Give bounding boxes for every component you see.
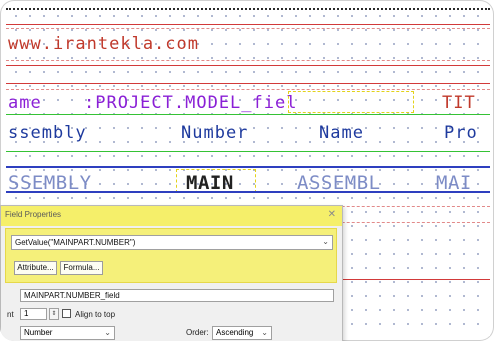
- row-spinner-input[interactable]: 1: [20, 308, 47, 320]
- attribute-button[interactable]: Attribute...: [14, 261, 57, 275]
- red-dashed-line: [6, 89, 490, 90]
- spinner-arrows-icon[interactable]: ⇕: [49, 308, 59, 320]
- expression-value: GetValue("MAINPART.NUMBER"): [15, 238, 136, 247]
- name-header: Name: [319, 123, 364, 143]
- blue-grid-line: [6, 191, 490, 193]
- blue-grid-line: [6, 166, 490, 168]
- close-icon[interactable]: ✕: [328, 209, 336, 220]
- field-name-input[interactable]: MAINPART.NUMBER_field: [20, 289, 334, 302]
- name-label-text: ame: [8, 93, 42, 113]
- row-label: nt: [7, 310, 14, 319]
- screenshot-frame: www.irantekla.com ame :PROJECT.MODEL_fie…: [0, 0, 494, 341]
- chevron-down-icon: ⌄: [322, 237, 329, 246]
- expression-combobox[interactable]: GetValue("MAINPART.NUMBER") ⌄: [11, 235, 333, 250]
- project-model-field-text[interactable]: :PROJECT.MODEL_fiel: [84, 93, 297, 113]
- dialog-title: Field Properties: [5, 210, 62, 219]
- type-select-value: Number: [24, 328, 53, 337]
- dotted-border-top: [6, 8, 490, 10]
- title-label-text: TIT: [442, 93, 476, 113]
- align-to-top-label: Align to top: [75, 310, 116, 319]
- type-select[interactable]: Number ⌄: [20, 326, 115, 340]
- field-properties-dialog: Field Properties ✕ GetValue("MAINPART.NU…: [0, 205, 343, 341]
- assembly-header: ssembly: [8, 123, 87, 143]
- align-to-top-checkbox[interactable]: [62, 309, 71, 318]
- red-dashed-line: [6, 28, 490, 29]
- green-grid-line: [6, 114, 490, 115]
- watermark-text: www.irantekla.com: [8, 34, 199, 54]
- field-selection-box[interactable]: [288, 91, 414, 113]
- green-grid-line: [6, 151, 490, 152]
- formula-button[interactable]: Formula...: [60, 261, 103, 275]
- chevron-down-icon: ⌄: [261, 328, 268, 337]
- red-grid-line: [6, 24, 490, 25]
- order-select-value: Ascending: [216, 328, 254, 337]
- project-header: Pro: [444, 123, 478, 143]
- chevron-down-icon: ⌄: [104, 328, 111, 337]
- order-label: Order:: [186, 328, 209, 337]
- red-grid-line: [6, 83, 490, 84]
- order-select[interactable]: Ascending ⌄: [212, 326, 272, 340]
- dialog-titlebar[interactable]: Field Properties ✕: [1, 206, 342, 226]
- number-header: Number: [181, 123, 249, 143]
- red-dashed-line: [6, 60, 490, 61]
- red-grid-line: [6, 65, 490, 66]
